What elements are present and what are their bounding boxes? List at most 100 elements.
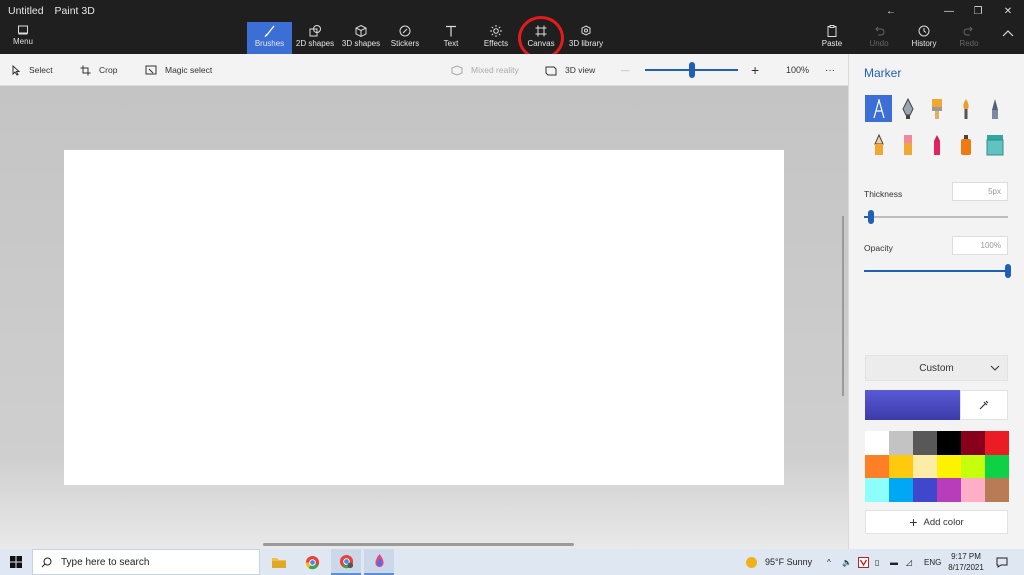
taskbar-file-explorer[interactable]: [264, 549, 294, 575]
taskbar-chrome-profile[interactable]: [331, 549, 361, 575]
brush-fill[interactable]: [981, 131, 1008, 158]
brush-marker[interactable]: [865, 95, 892, 122]
palette-swatch[interactable]: [961, 478, 985, 502]
brush-watercolor[interactable]: [952, 95, 979, 122]
antivirus-icon[interactable]: [858, 549, 869, 575]
horizontal-scrollbar[interactable]: [263, 543, 574, 546]
drawing-canvas[interactable]: [64, 150, 784, 485]
device-icon[interactable]: ▯: [875, 549, 879, 575]
palette-swatch[interactable]: [961, 431, 985, 455]
close-button[interactable]: ✕: [993, 2, 1023, 20]
3d-view-button[interactable]: 3D view: [545, 54, 595, 86]
weather-widget[interactable]: 95°F Sunny: [746, 549, 812, 575]
tool-effects[interactable]: Effects: [480, 22, 512, 54]
tool-brushes[interactable]: Brushes: [247, 22, 292, 54]
select-button[interactable]: Select: [11, 54, 53, 86]
brush-eraser[interactable]: [894, 131, 921, 158]
tool-3d-library-label: 3D library: [568, 39, 604, 48]
color-mode-dropdown[interactable]: Custom: [865, 355, 1008, 381]
palette-swatch[interactable]: [865, 478, 889, 502]
crop-button[interactable]: Crop: [80, 54, 117, 86]
brush-oil[interactable]: [923, 95, 950, 122]
taskbar-chrome[interactable]: [297, 549, 327, 575]
brush-crayon[interactable]: [923, 131, 950, 158]
tool-paste[interactable]: Paste: [816, 22, 848, 54]
oil-brush-icon: [931, 98, 942, 119]
palette-swatch[interactable]: [937, 454, 961, 479]
speaker-icon[interactable]: 🔈: [842, 549, 852, 575]
network-icon[interactable]: ◿: [906, 549, 912, 575]
palette-swatch[interactable]: [937, 478, 961, 502]
brush-pixel-pen[interactable]: [981, 95, 1008, 122]
back-icon[interactable]: ←: [876, 2, 906, 20]
palette-swatch[interactable]: [889, 478, 913, 502]
brush-spray-can[interactable]: [952, 131, 979, 158]
language-indicator[interactable]: ENG: [924, 549, 941, 575]
marker-icon: [872, 98, 885, 118]
palette-swatch[interactable]: [985, 454, 1009, 479]
tool-2d-shapes[interactable]: 2D shapes: [294, 22, 336, 54]
crop-icon: [80, 65, 91, 75]
tool-redo[interactable]: Redo: [954, 22, 984, 54]
opacity-slider-thumb[interactable]: [1005, 264, 1011, 278]
tray-chevron-up-icon[interactable]: ^: [827, 549, 831, 575]
taskbar-search[interactable]: Type here to search: [32, 549, 260, 575]
taskbar-clock[interactable]: 9:17 PM 8/17/2021: [944, 551, 988, 573]
thickness-input[interactable]: 5px: [952, 182, 1008, 201]
minimize-button[interactable]: —: [934, 2, 964, 20]
pencil-icon: [873, 133, 884, 155]
thickness-slider-track[interactable]: [864, 216, 1008, 218]
start-button[interactable]: [0, 549, 32, 575]
palette-swatch[interactable]: [985, 478, 1009, 502]
tool-3d-shapes[interactable]: 3D shapes: [340, 22, 382, 54]
tool-history[interactable]: History: [906, 22, 942, 54]
notifications-icon[interactable]: [996, 549, 1008, 575]
menu-button[interactable]: Menu: [6, 24, 40, 50]
text-icon: [446, 25, 456, 36]
calligraphy-pen-icon: [901, 97, 914, 119]
maximize-button[interactable]: ❐: [963, 2, 993, 20]
magic-select-button[interactable]: Magic select: [145, 54, 212, 86]
thickness-slider-thumb[interactable]: [868, 210, 875, 224]
menu-icon: [18, 25, 28, 35]
palette-swatch[interactable]: [913, 431, 937, 455]
tool-3d-shapes-label: 3D shapes: [341, 39, 381, 48]
tool-3d-library[interactable]: 3D library: [566, 22, 606, 54]
palette-swatch[interactable]: [985, 431, 1009, 455]
chevron-down-icon: [990, 365, 1000, 371]
taskbar: Type here to search 95°F Sunny ^ 🔈 ▯ ▬ ◿…: [0, 549, 1024, 575]
more-options-button[interactable]: ···: [825, 54, 835, 86]
tool-stickers[interactable]: Stickers: [386, 22, 424, 54]
vertical-scrollbar[interactable]: [842, 216, 844, 396]
sun-icon: [746, 556, 757, 568]
palette-swatch[interactable]: [865, 454, 889, 479]
palette-swatch[interactable]: [937, 431, 961, 455]
zoom-out-button[interactable]: —: [621, 54, 630, 86]
eyedropper-button[interactable]: [960, 390, 1008, 420]
magic-select-label: Magic select: [165, 65, 213, 75]
brush-calligraphy-pen[interactable]: [894, 95, 921, 122]
crayon-icon: [933, 134, 940, 155]
palette-swatch[interactable]: [889, 454, 913, 479]
fill-bucket-icon: [986, 134, 1003, 155]
current-color-swatch[interactable]: [865, 390, 960, 420]
tool-text[interactable]: Text: [436, 22, 466, 54]
tool-undo[interactable]: Undo: [864, 22, 894, 54]
zoom-slider-thumb[interactable]: [688, 62, 695, 78]
plus-icon: +: [909, 514, 918, 530]
add-color-button[interactable]: + Add color: [865, 510, 1008, 534]
palette-swatch[interactable]: [913, 454, 937, 479]
brush-pencil[interactable]: [865, 131, 892, 158]
tool-text-label: Text: [443, 39, 459, 48]
taskbar-paint-3d[interactable]: [364, 549, 394, 575]
palette-swatch[interactable]: [913, 478, 937, 502]
palette-swatch[interactable]: [889, 431, 913, 455]
opacity-input[interactable]: 100%: [952, 236, 1008, 255]
select-cursor-icon: [12, 64, 21, 76]
mixed-reality-button[interactable]: Mixed reality: [451, 54, 519, 86]
palette-swatch[interactable]: [865, 431, 889, 455]
zoom-in-button[interactable]: +: [751, 54, 759, 86]
palette-swatch[interactable]: [961, 454, 985, 479]
battery-icon[interactable]: ▬: [890, 549, 898, 575]
3d-library-icon: [581, 24, 591, 36]
